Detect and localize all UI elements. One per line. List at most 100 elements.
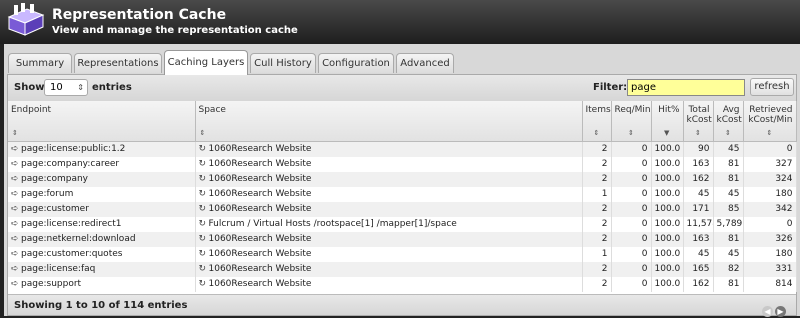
table-row[interactable]: ➪ page:license:public:1.2 ↻ 1060Research We…: [8, 141, 797, 157]
space-cycle-icon: ↻: [198, 234, 207, 244]
space-cell: ↻ 1060Research Website: [195, 187, 583, 202]
column-header-items[interactable]: Items ⇕: [582, 101, 612, 142]
endpoint-arrow-icon: ➪: [11, 144, 19, 154]
endpoint-arrow-icon: ➪: [11, 219, 19, 229]
pager: ◀ ▶: [760, 299, 786, 318]
space-cycle-icon: ↻: [198, 144, 207, 154]
tab-summary[interactable]: Summary: [8, 53, 72, 73]
table-row[interactable]: ➪ page:license:redirect1 ↻ Fulcrum / Virtua…: [8, 217, 797, 232]
req-min-cell: 0: [611, 277, 652, 292]
space-cell: ↻ 1060Research Website: [195, 202, 583, 217]
endpoint-cell: ➪ page:customer: [8, 202, 196, 217]
filter-input[interactable]: page: [627, 79, 745, 96]
space-cycle-icon: ↻: [198, 189, 207, 199]
avg-kcost-cell: 5,789: [713, 217, 744, 232]
space-cycle-icon: ↻: [198, 249, 207, 259]
table-toolbar: Show 10 ⇕ entries Filter: page refresh: [8, 75, 796, 102]
space-cell: ↻ 1060Research Website: [195, 157, 583, 172]
space-cycle-icon: ↻: [198, 204, 207, 214]
avg-kcost-cell: 81: [713, 232, 744, 247]
endpoint-arrow-icon: ➪: [11, 234, 19, 244]
app-header: Representation Cache View and manage the…: [0, 0, 800, 44]
items-cell: 2: [582, 277, 612, 292]
table-row[interactable]: ➪ page:company ↻ 1060Research Website 2 0 100.…: [8, 172, 797, 187]
tab-cull-history[interactable]: Cull History: [250, 53, 316, 73]
sort-icon: ⇕: [695, 129, 701, 137]
page-size-value: 10: [50, 82, 63, 93]
endpoint-cell: ➪ page:license:redirect1: [8, 217, 196, 232]
tab-representations[interactable]: Representations: [74, 53, 162, 73]
space-cycle-icon: ↻: [198, 279, 207, 289]
req-min-cell: 0: [611, 172, 652, 187]
total-kcost-cell: 11,578: [683, 217, 714, 232]
hit-pct-cell: 100.0: [651, 172, 684, 187]
table-row[interactable]: ➪ page:forum ↻ 1060Research Website 1 0 100.0 4…: [8, 187, 797, 202]
page-size-select[interactable]: 10 ⇕: [44, 79, 88, 96]
endpoint-arrow-icon: ➪: [11, 159, 19, 169]
retrieved-kcost-cell: 180: [743, 247, 797, 262]
next-page-button[interactable]: ▶: [775, 306, 786, 317]
table-row[interactable]: ➪ page:customer ↻ 1060Research Website 2 0 100…: [8, 202, 797, 217]
space-cell: ↻ 1060Research Website: [195, 247, 583, 262]
column-header-retrieved-kcost[interactable]: Retrieved kCost/Min ⇕: [743, 101, 797, 142]
tab-caching-layers[interactable]: Caching Layers: [164, 50, 248, 75]
retrieved-kcost-cell: 180: [743, 187, 797, 202]
refresh-button[interactable]: refresh: [750, 78, 794, 96]
table-footer: Showing 1 to 10 of 114 entries ◀ ▶: [8, 294, 796, 318]
tab-configuration[interactable]: Configuration: [318, 53, 394, 73]
total-kcost-cell: 90: [683, 141, 714, 157]
column-header-space[interactable]: Space ⇕: [195, 101, 583, 142]
items-cell: 2: [582, 172, 612, 187]
total-kcost-cell: 162: [683, 277, 714, 292]
hit-pct-cell: 100.0: [651, 247, 684, 262]
column-header-avg-kcost[interactable]: Avg kCost ⇕: [713, 101, 744, 142]
total-kcost-cell: 45: [683, 247, 714, 262]
req-min-cell: 0: [611, 247, 652, 262]
updown-icon: ⇕: [77, 83, 84, 92]
sort-desc-icon: ▼: [664, 129, 670, 137]
table-row[interactable]: ➪ page:company:career ↻ 1060Research Websit…: [8, 157, 797, 172]
endpoint-cell: ➪ page:netkernel:download: [8, 232, 196, 247]
tab-advanced[interactable]: Advanced: [396, 53, 454, 73]
entries-label: entries: [92, 82, 132, 93]
prev-page-button[interactable]: ◀: [762, 306, 773, 317]
endpoint-arrow-icon: ➪: [11, 264, 19, 274]
hit-pct-cell: 100.0: [651, 232, 684, 247]
total-kcost-cell: 171: [683, 202, 714, 217]
avg-kcost-cell: 82: [713, 262, 744, 277]
endpoint-cell: ➪ page:company:career: [8, 157, 196, 172]
table-row[interactable]: ➪ page:netkernel:download ↻ 1060Research We…: [8, 232, 797, 247]
table-row[interactable]: ➪ page:customer:quotes ↻ 1060Research Websi…: [8, 247, 797, 262]
retrieved-kcost-cell: 327: [743, 157, 797, 172]
space-cycle-icon: ↻: [198, 264, 207, 274]
avg-kcost-cell: 45: [713, 187, 744, 202]
avg-kcost-cell: 81: [713, 172, 744, 187]
table-row[interactable]: ➪ page:support ↻ 1060Research Website 2 0 100.…: [8, 277, 797, 292]
total-kcost-cell: 163: [683, 232, 714, 247]
hit-pct-cell: 100.0: [651, 157, 684, 172]
column-header-endpoint[interactable]: Endpoint ⇕: [8, 101, 196, 142]
filter-label: Filter:: [593, 82, 628, 93]
avg-kcost-cell: 85: [713, 202, 744, 217]
items-cell: 2: [582, 232, 612, 247]
hit-pct-cell: 100.0: [651, 277, 684, 292]
space-cell: ↻ 1060Research Website: [195, 141, 583, 157]
table-row[interactable]: ➪ page:license:faq ↻ 1060Research Website 2 0…: [8, 262, 797, 277]
items-cell: 2: [582, 262, 612, 277]
endpoint-cell: ➪ page:forum: [8, 187, 196, 202]
column-header-req-min[interactable]: Req/Min ⇕: [611, 101, 652, 142]
hit-pct-cell: 100.0: [651, 217, 684, 232]
endpoint-arrow-icon: ➪: [11, 189, 19, 199]
sort-icon: ⇕: [766, 129, 773, 137]
endpoint-cell: ➪ page:support: [8, 277, 196, 292]
req-min-cell: 0: [611, 217, 652, 232]
column-header-hit-pct[interactable]: Hit% ▼: [651, 101, 684, 142]
space-cycle-icon: ↻: [198, 219, 207, 229]
content-frame: Summary Representations Caching Layers C…: [4, 44, 800, 318]
column-header-total-kcost[interactable]: Total kCost ⇕: [683, 101, 714, 142]
req-min-cell: 0: [611, 202, 652, 217]
sort-icon: ⇕: [628, 129, 634, 137]
items-cell: 2: [582, 217, 612, 232]
tab-bar: Summary Representations Caching Layers C…: [8, 50, 800, 75]
space-cell: ↻ Fulcrum / Virtual Hosts /rootspace[1] /…: [195, 217, 583, 232]
